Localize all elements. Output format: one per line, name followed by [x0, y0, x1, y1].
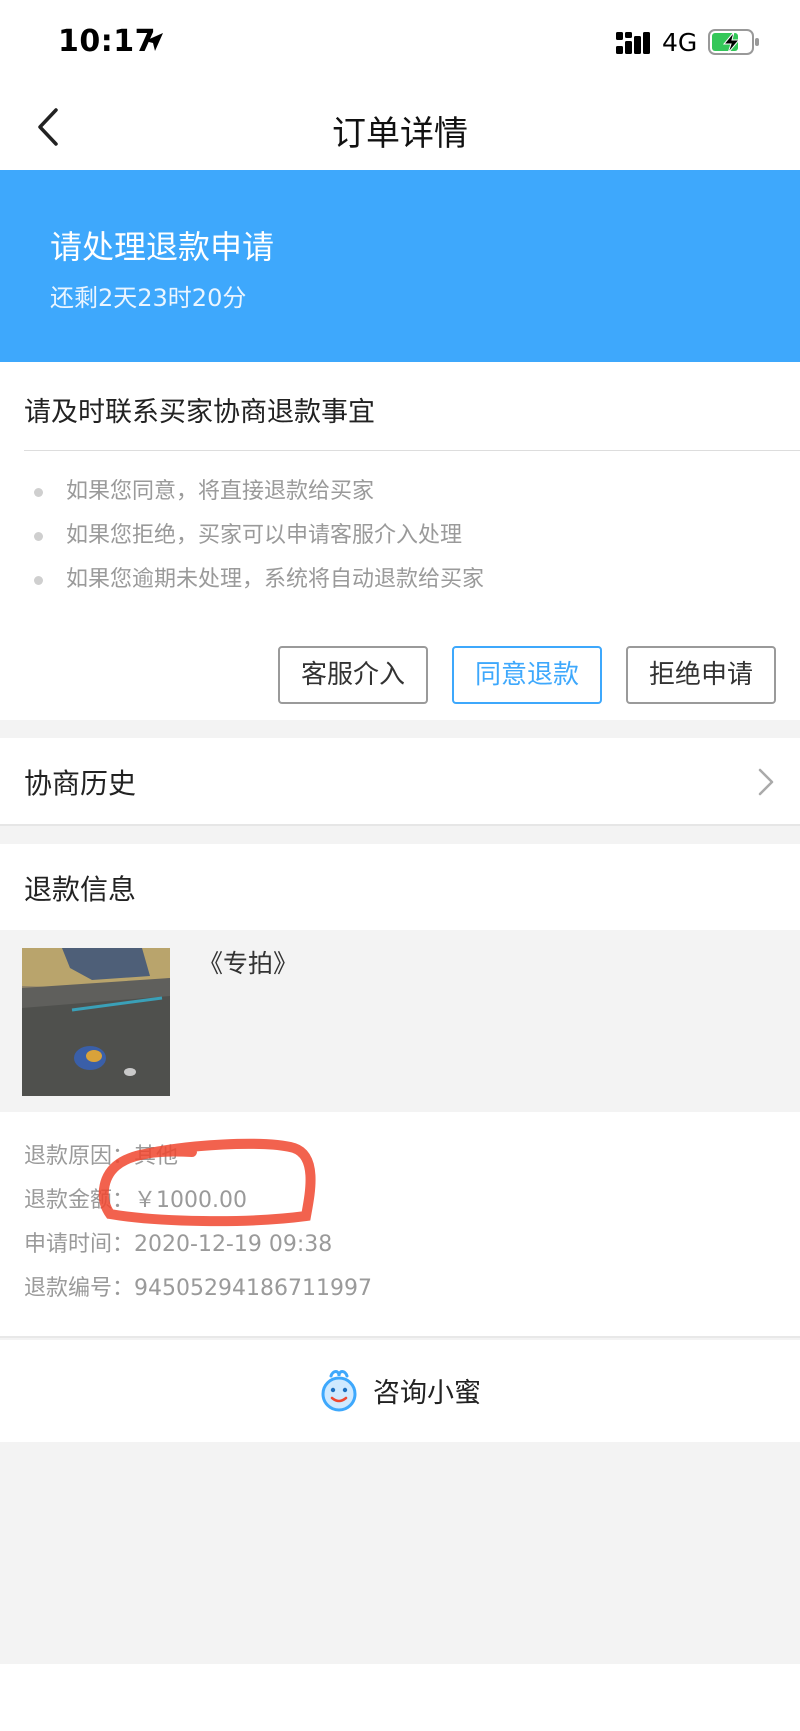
reject-request-button[interactable]: 拒绝申请 — [626, 646, 776, 704]
notice-item-text: 如果您同意，将直接退款给买家 — [66, 479, 375, 504]
refund-number-row: 退款编号：94505294186711997 — [24, 1270, 372, 1302]
negotiation-history-label: 协商历史 — [24, 767, 137, 800]
notice-item: 如果您逾期未处理，系统将自动退款给买家 — [0, 558, 800, 602]
consult-inner: 咨询小蜜 — [0, 1368, 800, 1412]
refund-info-label: 退款信息 — [24, 873, 137, 906]
signal-icon — [616, 32, 650, 54]
divider — [24, 450, 800, 451]
network-label: 4G — [662, 28, 698, 57]
consult-label: 咨询小蜜 — [373, 1377, 481, 1409]
order-detail-screen: 10:17 4G 订单详情 请处理退款申请 还剩2天23时20分 请及时联系买家… — [0, 0, 800, 1731]
detail-label: 退款编号： — [24, 1276, 135, 1301]
refund-request-banner: 请处理退款申请 还剩2天23时20分 — [0, 170, 800, 362]
location-arrow-icon — [145, 33, 163, 51]
customer-service-button[interactable]: 客服介入 — [278, 646, 428, 704]
banner-title: 请处理退款申请 — [50, 228, 275, 266]
banner-countdown: 还剩2天23时20分 — [50, 284, 247, 312]
detail-label: 退款金额： — [24, 1188, 135, 1213]
bullet-dot-icon — [34, 576, 43, 585]
consult-assistant-row[interactable]: 咨询小蜜 — [0, 1340, 800, 1442]
product-title: 《专拍》 — [198, 949, 299, 978]
notice-item: 如果您拒绝，买家可以申请客服介入处理 — [0, 514, 800, 558]
refund-amount-row: 退款金额：￥1000.00 — [24, 1182, 247, 1214]
notice-item-text: 如果您拒绝，买家可以申请客服介入处理 — [66, 523, 463, 548]
notice-item: 如果您同意，将直接退款给买家 — [0, 470, 800, 514]
detail-value: ￥1000.00 — [134, 1188, 247, 1213]
nav-bar: 订单详情 — [0, 88, 800, 170]
watermark: 知乎 @魄力的加料 — [582, 1684, 782, 1712]
refund-details: 退款原因：其他 退款金额：￥1000.00 申请时间：2020-12-19 09… — [0, 1112, 800, 1338]
bullet-dot-icon — [34, 488, 43, 497]
refund-info-header: 退款信息 — [0, 844, 800, 930]
notice-list: 如果您同意，将直接退款给买家 如果您拒绝，买家可以申请客服介入处理 如果您逾期未… — [0, 470, 800, 602]
notice-heading: 请及时联系买家协商退款事宜 — [24, 397, 375, 428]
detail-value: 2020-12-19 09:38 — [134, 1232, 333, 1257]
notice-item-text: 如果您逾期未处理，系统将自动退款给买家 — [66, 567, 485, 592]
status-bar: 10:17 4G — [0, 0, 800, 88]
detail-value: 其他 — [134, 1144, 179, 1169]
divider — [0, 1336, 800, 1338]
detail-label: 申请时间： — [24, 1232, 135, 1257]
refund-reason-row: 退款原因：其他 — [24, 1138, 178, 1170]
negotiation-history-row[interactable]: 协商历史 — [0, 738, 800, 826]
bullet-dot-icon — [34, 532, 43, 541]
battery-charging-icon — [708, 29, 759, 55]
apply-time-row: 申请时间：2020-12-19 09:38 — [24, 1226, 332, 1258]
product-thumbnail[interactable] — [22, 948, 170, 1096]
detail-label: 退款原因： — [24, 1144, 135, 1169]
notice-card: 请及时联系买家协商退款事宜 如果您同意，将直接退款给买家 如果您拒绝，买家可以申… — [0, 362, 800, 720]
agree-refund-button[interactable]: 同意退款 — [452, 646, 602, 704]
chevron-right-icon — [758, 768, 774, 796]
page-title: 订单详情 — [332, 114, 468, 154]
detail-value: 94505294186711997 — [134, 1276, 372, 1301]
mascot-icon — [321, 1370, 357, 1412]
product-block[interactable]: 《专拍》 — [0, 930, 800, 1112]
